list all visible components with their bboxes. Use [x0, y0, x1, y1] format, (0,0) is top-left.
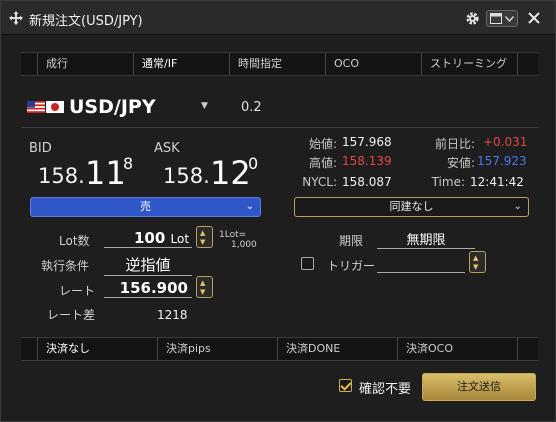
spread-value: 0.2 [241, 100, 262, 115]
tab-settle-done[interactable]: 決済DONE [277, 338, 397, 360]
ask-label: ASK [154, 141, 180, 156]
link-select-value: 同建なし [389, 200, 434, 213]
bid-price-big[interactable]: 11 [85, 154, 126, 192]
rate-diff-value: 1218 [157, 308, 188, 322]
link-select[interactable]: 同建なし ⌄ [294, 197, 529, 217]
high-value: 158.139 [342, 154, 392, 168]
tab-spacer-end [517, 53, 538, 75]
open-label: 始値: [308, 137, 337, 151]
trigger-input[interactable] [377, 253, 465, 273]
ask-price-pip[interactable]: 0 [248, 154, 258, 173]
open-value: 157.968 [342, 135, 392, 149]
term-label: 期限 [339, 234, 364, 248]
gear-icon[interactable] [465, 11, 480, 26]
settlement-tabs: 決済なし 決済pips 決済DONE 決済OCO [21, 337, 538, 361]
low-value: 157.923 [477, 154, 527, 168]
change-value: +0.031 [483, 135, 528, 149]
ask-price-prefix[interactable]: 158. [163, 164, 210, 188]
lot-input[interactable]: 100 Lot [104, 229, 192, 248]
change-label: 前日比: [434, 137, 475, 151]
time-value: 12:41:42 [470, 175, 524, 189]
down-arrow-icon[interactable]: ▼ [200, 289, 205, 296]
low-label: 安値: [446, 156, 475, 170]
tab-spacer-end [517, 338, 538, 360]
trigger-checkbox[interactable] [301, 257, 314, 270]
currency-pair[interactable]: USD/JPY [69, 96, 156, 118]
rate-diff-label: レート差 [47, 308, 96, 322]
move-icon[interactable] [9, 11, 23, 25]
tab-no-settlement[interactable]: 決済なし [37, 338, 157, 360]
window-title: 新規注文(USD/JPY) [29, 14, 143, 29]
jp-flag-icon [46, 101, 64, 113]
confirm-skip-checkbox[interactable] [339, 379, 352, 392]
order-type-tabs: 成行 通常/IF 時間指定 OCO ストリーミング [21, 52, 538, 76]
side-select-value: 売 [140, 200, 151, 213]
side-select[interactable]: 売 ⌄ [30, 197, 261, 217]
tab-spacer [21, 338, 37, 360]
window-mode-button[interactable] [486, 10, 518, 27]
tab-oco[interactable]: OCO [325, 53, 421, 75]
rate-stepper[interactable]: ▲ ▼ [196, 276, 213, 298]
chevron-down-icon [505, 16, 514, 22]
pair-dropdown-icon[interactable]: ▼ [201, 101, 208, 111]
lot-value: 100 [134, 229, 166, 247]
tab-spacer [21, 53, 37, 75]
high-label: 高値: [308, 156, 337, 170]
us-flag-icon [27, 101, 45, 113]
tab-time-specified[interactable]: 時間指定 [229, 53, 325, 75]
chevron-down-icon: ⌄ [245, 201, 254, 212]
down-arrow-icon[interactable]: ▼ [473, 264, 478, 271]
nycl-value: 158.087 [342, 175, 392, 189]
tab-market[interactable]: 成行 [37, 53, 133, 75]
bid-price-pip[interactable]: 8 [123, 154, 133, 173]
tab-settle-pips[interactable]: 決済pips [157, 338, 277, 360]
up-arrow-icon[interactable]: ▲ [473, 255, 478, 262]
bid-label: BID [29, 141, 52, 156]
lot-stepper[interactable]: ▲ ▼ [196, 226, 213, 248]
lot-unit: Lot [170, 232, 190, 246]
rate-input[interactable]: 156.900 [104, 279, 192, 298]
trigger-label: トリガー [327, 259, 376, 273]
title-bar[interactable]: 新規注文(USD/JPY) [1, 1, 555, 35]
submit-order-button[interactable]: 注文送信 [422, 373, 536, 401]
divider [21, 127, 538, 128]
up-arrow-icon[interactable]: ▲ [200, 280, 205, 287]
time-label: Time: [431, 175, 465, 189]
ask-price-big[interactable]: 12 [210, 154, 251, 192]
chevron-down-icon: ⌄ [513, 201, 522, 212]
confirm-skip-label: 確認不要 [359, 382, 412, 397]
tab-settle-oco[interactable]: 決済OCO [397, 338, 517, 360]
close-icon[interactable] [526, 10, 542, 26]
bid-price-prefix[interactable]: 158. [38, 164, 85, 188]
rate-label: レート [59, 284, 96, 298]
tab-streaming[interactable]: ストリーミング [421, 53, 517, 75]
exec-condition-label: 執行条件 [41, 259, 90, 273]
trigger-stepper[interactable]: ▲ ▼ [469, 251, 486, 273]
nycl-label: NYCL: [302, 175, 337, 189]
down-arrow-icon[interactable]: ▼ [200, 239, 205, 246]
up-arrow-icon[interactable]: ▲ [200, 230, 205, 237]
exec-condition-select[interactable]: 逆指値 [104, 254, 192, 276]
window-icon [490, 13, 502, 24]
tab-normal-if[interactable]: 通常/IF [133, 53, 229, 75]
lot-size-note: 1Lot= 1,000 [219, 230, 257, 250]
term-select[interactable]: 無期限 [377, 229, 475, 249]
lot-label: Lot数 [59, 234, 90, 248]
order-window: 新規注文(USD/JPY) 成行 通常/IF 時間指定 OCO ストリーミング [0, 0, 556, 422]
